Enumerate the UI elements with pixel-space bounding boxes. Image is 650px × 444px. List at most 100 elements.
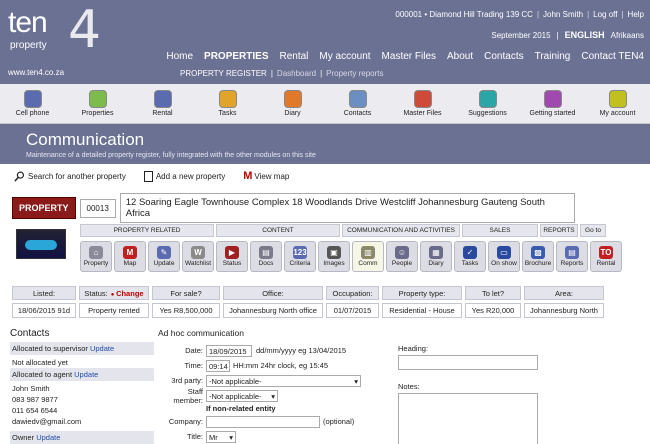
toolbar-master-files[interactable]: Master Files	[390, 84, 455, 123]
icon-button-label: Docs	[258, 260, 274, 267]
agent-email[interactable]: dawiedv@gmail.com	[10, 416, 154, 427]
property-reports-button[interactable]: ▤ Reports	[556, 241, 588, 272]
nav-rental[interactable]: Rental	[280, 51, 309, 62]
nav-my-account[interactable]: My account	[319, 51, 370, 62]
title-label: Title:	[187, 432, 203, 441]
on-show-icon: ▭	[497, 246, 511, 259]
agent-update-link[interactable]: Update	[74, 370, 98, 379]
summary-col: Office: Johannesburg North office	[223, 286, 323, 318]
toolbar-properties[interactable]: Properties	[65, 84, 130, 123]
toolbar-diary[interactable]: Diary	[260, 84, 325, 123]
view-map-link[interactable]: M View map	[243, 170, 289, 182]
notes-textarea[interactable]	[398, 393, 538, 444]
property-brochure-button[interactable]: ▩ Brochure	[522, 241, 554, 272]
property-status-button[interactable]: ▶ Status	[216, 241, 248, 272]
user-name[interactable]: John Smith	[543, 10, 583, 19]
toolbar-contacts[interactable]: Contacts	[325, 84, 390, 123]
property-criteria-button[interactable]: 123 Criteria	[284, 241, 316, 272]
power-icon	[543, 90, 562, 108]
lang-afrikaans[interactable]: Afrikaans	[611, 31, 644, 40]
nav-home[interactable]: Home	[166, 51, 193, 62]
search-property-link[interactable]: Search for another property	[14, 171, 126, 182]
toolbar-tasks[interactable]: Tasks	[195, 84, 260, 123]
grid-icon	[153, 90, 172, 108]
nonrel-heading: If non-related entity	[206, 404, 276, 413]
time-input[interactable]: 09:14	[206, 359, 230, 372]
site-url[interactable]: www.ten4.co.za	[8, 68, 64, 77]
title-select[interactable]: Mr ▾	[206, 430, 236, 443]
adhoc-form: Ad hoc communication Date: 18/09/2015 dd…	[158, 328, 394, 444]
property-people-button[interactable]: ☺ People	[386, 241, 418, 272]
property-watchlist-button[interactable]: W Watchlist	[182, 241, 214, 272]
summary-head: Occupation:	[326, 286, 379, 300]
view-map-label: View map	[254, 171, 290, 181]
main-nav: Home PROPERTIES Rental My account Master…	[166, 51, 644, 62]
third-party-select[interactable]: -Not applicable- ▾	[206, 374, 361, 387]
summary-value: Property rented	[79, 303, 149, 318]
property-diary-button[interactable]: ▦ Diary	[420, 241, 452, 272]
property-docs-button[interactable]: ▤ Docs	[250, 241, 282, 272]
logo-four[interactable]: 4	[68, 0, 101, 60]
status-change-link[interactable]: ● Change	[111, 289, 144, 298]
toolbar-rental[interactable]: Rental	[130, 84, 195, 123]
icon-button-label: Images	[323, 260, 345, 267]
add-property-link[interactable]: Add a new property	[143, 170, 225, 182]
nav-training[interactable]: Training	[535, 51, 571, 62]
heading-input[interactable]	[398, 355, 538, 370]
subnav-property-reports[interactable]: Property reports	[326, 69, 383, 78]
company-label: Company:	[168, 417, 203, 426]
help-link[interactable]: Help	[628, 10, 644, 19]
nav-properties[interactable]: PROPERTIES	[204, 51, 268, 62]
property-on-show-button[interactable]: ▭ On show	[488, 241, 520, 272]
header: ten 4 property www.ten4.co.za 000001 • D…	[0, 0, 650, 84]
summary-value: Residential - House	[382, 303, 462, 318]
supervisor-update-link[interactable]: Update	[90, 344, 114, 353]
nav-master-files[interactable]: Master Files	[382, 51, 436, 62]
time-label: Time:	[184, 361, 203, 370]
company-input[interactable]	[206, 415, 320, 428]
staff-select[interactable]: -Not applicable- ▾	[206, 389, 278, 402]
owner-update-link[interactable]: Update	[36, 433, 60, 442]
toolbar-label: Getting started	[529, 110, 576, 117]
summary-head-label: Office:	[262, 289, 284, 298]
lang-english[interactable]: ENGLISH	[565, 30, 605, 40]
notes-label: Notes:	[398, 382, 420, 391]
house-icon	[88, 90, 107, 108]
summary-head: Area:	[524, 286, 604, 300]
property-update-button[interactable]: ✎ Update	[148, 241, 180, 272]
toolbar-suggestions[interactable]: Suggestions	[455, 84, 520, 123]
logoff-link[interactable]: Log off	[593, 10, 617, 19]
property-property-button[interactable]: ⌂ Property	[80, 241, 112, 272]
toolbar-my-account[interactable]: My account	[585, 84, 650, 123]
nav-contacts[interactable]: Contacts	[484, 51, 523, 62]
nav-contact-ten4[interactable]: Contact TEN4	[581, 51, 644, 62]
toolbar-cell-phone[interactable]: Cell phone	[0, 84, 65, 123]
toolbar-getting-started[interactable]: Getting started	[520, 84, 585, 123]
property-thumbnail[interactable]	[16, 229, 66, 259]
summary-value: Johannesburg North	[524, 303, 604, 318]
search-property-label: Search for another property	[28, 171, 126, 181]
property-button[interactable]: PROPERTY	[12, 197, 76, 219]
nav-about[interactable]: About	[447, 51, 473, 62]
property-comm-button[interactable]: ▥ Comm	[352, 241, 384, 272]
summary-head-label: Occupation:	[332, 289, 373, 298]
icon-button-label: Tasks	[461, 260, 479, 267]
person-icon	[348, 90, 367, 108]
property-rental-button[interactable]: TO Rental	[590, 241, 622, 272]
property-map-button[interactable]: M Map	[114, 241, 146, 272]
monitor-icon	[478, 90, 497, 108]
logo-ten[interactable]: ten	[8, 6, 48, 40]
subnav-dashboard[interactable]: Dashboard	[277, 69, 316, 78]
current-date: September 2015	[491, 30, 551, 40]
section-reports: REPORTS	[540, 224, 578, 237]
date-row: Date: 18/09/2015 dd/mm/yyyy eg 13/04/201…	[158, 343, 394, 358]
files-icon	[413, 90, 432, 108]
property-images-button[interactable]: ▣ Images	[318, 241, 350, 272]
subnav-property-register[interactable]: PROPERTY REGISTER	[180, 69, 267, 78]
adhoc-title: Ad hoc communication	[158, 328, 244, 338]
toolbar-label: Master Files	[403, 110, 442, 117]
property-tasks-button[interactable]: ✓ Tasks	[454, 241, 486, 272]
date-input[interactable]: 18/09/2015	[206, 344, 252, 357]
images-icon: ▣	[327, 246, 341, 259]
summary-col: For sale? Yes R8,500,000	[152, 286, 220, 318]
